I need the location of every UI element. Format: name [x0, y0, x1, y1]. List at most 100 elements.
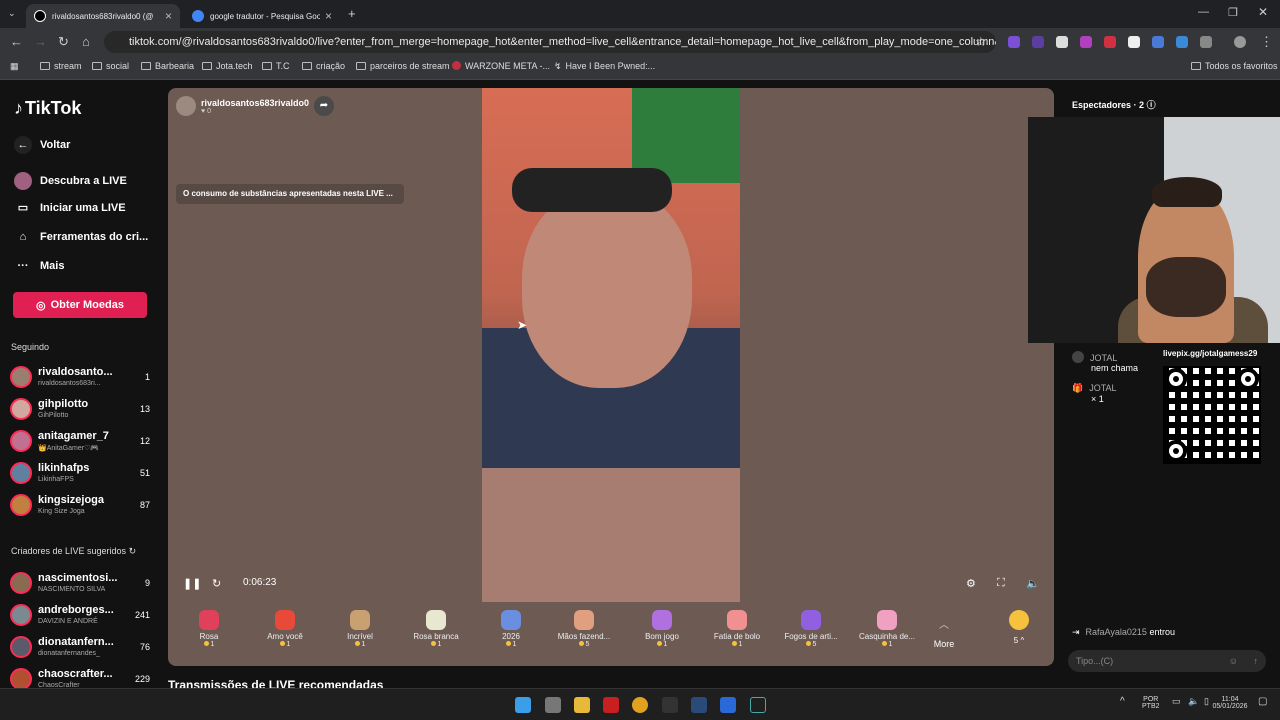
translate-extension-icon[interactable] — [1152, 36, 1164, 48]
close-window-icon[interactable]: ✕ — [1258, 5, 1268, 19]
overlay-link: livepix.gg/jotalgamess29 — [1163, 349, 1258, 358]
bookmark-folder[interactable]: criação — [302, 61, 345, 71]
following-item[interactable]: kingsizejoga King Size Joga 87 — [10, 492, 154, 520]
browser-menu-icon[interactable]: ⋮ — [1260, 34, 1273, 50]
more-link[interactable]: ··· Mais — [14, 260, 65, 272]
gift-item[interactable]: Bom jogo 1 — [627, 606, 697, 648]
gift-item[interactable]: Fogos de arti... 5 — [776, 606, 846, 648]
coin-balance[interactable]: 5 ^ — [992, 606, 1046, 645]
epic-games-icon[interactable] — [662, 697, 678, 713]
file-explorer-icon[interactable] — [574, 697, 590, 713]
address-bar[interactable]: tiktok.com/@rivaldosantos683rivaldo0/liv… — [104, 31, 996, 53]
profile-avatar-icon[interactable] — [1234, 36, 1246, 48]
extension-icon[interactable] — [1032, 36, 1044, 48]
back-link[interactable]: ← Voltar — [14, 136, 70, 154]
battery-icon[interactable]: ▯ — [1204, 696, 1209, 707]
tiktok-logo[interactable]: ♪ TikTok — [14, 98, 81, 119]
gift-item[interactable]: 2026 1 — [476, 606, 546, 648]
close-tab-icon[interactable]: × — [165, 9, 172, 23]
creator-tools-link[interactable]: ⌂ Ferramentas do cri... — [14, 231, 149, 243]
extension-icon[interactable] — [1008, 36, 1020, 48]
extension-icon[interactable] — [1128, 36, 1140, 48]
tiktok-favicon-icon — [34, 10, 46, 22]
task-view-icon[interactable] — [545, 697, 561, 713]
mouse-cursor-icon: ➤ — [517, 318, 528, 332]
gift-item[interactable]: Rosa branca 1 — [401, 606, 471, 648]
get-coins-button[interactable]: ◎ Obter Moedas — [13, 292, 147, 318]
apps-grid-icon[interactable]: ▦ — [10, 61, 19, 72]
following-item[interactable]: anitagamer_7 👑AnitaGamer♡🎮 12 — [10, 428, 154, 456]
browser-tab-strip: ⌄ rivaldosantos683rivaldo0 (@ × google t… — [0, 0, 1280, 28]
more-gifts-button[interactable]: ︿ More — [919, 606, 969, 649]
gift-item[interactable]: Rosa 1 — [174, 606, 244, 648]
volume-tray-icon[interactable]: 🔈 — [1188, 696, 1199, 707]
gift-item[interactable]: Incrível 1 — [325, 606, 395, 648]
chat-input[interactable]: Tipo...(C) ☺ ↑ — [1068, 650, 1266, 672]
extension-icon[interactable] — [1080, 36, 1092, 48]
tray-chevron-icon[interactable]: ^ — [1120, 696, 1125, 707]
bookmark-folder[interactable]: T.C — [262, 61, 290, 71]
live-video[interactable] — [482, 88, 740, 602]
emoji-icon[interactable]: ☺ — [1229, 650, 1238, 672]
heart-icon: ♥ — [201, 107, 206, 115]
suggested-item[interactable]: nascimentosi... NASCIMENTO SILVA 9 — [10, 570, 154, 598]
discover-live-link[interactable]: Descubra a LIVE — [14, 172, 127, 190]
start-live-link[interactable]: ▭ Iniciar uma LIVE — [14, 201, 126, 215]
pause-icon[interactable]: ❚❚ — [183, 577, 201, 590]
tab-google[interactable]: google tradutor - Pesquisa Goo × — [184, 4, 340, 28]
bookmark-folder[interactable]: social — [92, 61, 129, 71]
windows-start-icon[interactable] — [515, 697, 531, 713]
gift-item[interactable]: Casquinha de... 1 — [852, 606, 922, 648]
battlenet-icon[interactable] — [720, 697, 736, 713]
gift-item[interactable]: Fatia de bolo 1 — [702, 606, 772, 648]
refresh-icon[interactable]: ↻ — [129, 546, 137, 556]
minimize-icon[interactable]: — — [1198, 6, 1209, 18]
bookmark-star-icon[interactable]: ☆ — [975, 34, 987, 50]
share-icon[interactable]: ➦ — [314, 96, 334, 116]
fullscreen-icon[interactable]: ⛶ — [997, 577, 1005, 590]
search-icon[interactable] — [750, 697, 766, 713]
following-item[interactable]: gihpilotto GihPilotto 13 — [10, 396, 154, 424]
tab-search-icon[interactable]: ⌄ — [8, 8, 16, 19]
following-item[interactable]: rivaldosanto... rivaldosantos683ri... 1 — [10, 364, 154, 392]
language-indicator[interactable]: POR PTB2 — [1142, 696, 1160, 710]
home-icon[interactable]: ⌂ — [82, 34, 90, 49]
bookmark-folder[interactable]: Jota.tech — [202, 61, 253, 71]
volume-icon[interactable]: 🔈 — [1026, 577, 1040, 590]
bookmark-folder[interactable]: Barbearia — [141, 61, 194, 71]
extensions-puzzle-icon[interactable] — [1200, 36, 1212, 48]
steam-icon[interactable] — [691, 697, 707, 713]
bookmark-link[interactable]: WARZONE META -... — [452, 61, 550, 71]
network-icon[interactable]: ▭ — [1172, 696, 1181, 707]
suggested-item[interactable]: andreborges... DAVIZIN E ANDRÉ 241 — [10, 602, 154, 630]
close-tab-icon[interactable]: × — [325, 9, 332, 23]
tab-tiktok[interactable]: rivaldosantos683rivaldo0 (@ × — [26, 4, 180, 28]
gift-item[interactable]: Mãos fazend... 5 — [549, 606, 619, 648]
download-icon[interactable] — [1176, 36, 1188, 48]
bookmark-folder[interactable]: parceiros de stream — [356, 61, 450, 71]
bookmark-folder[interactable]: stream — [40, 61, 82, 71]
suggested-item[interactable]: dionatanfern... dionatanfernandes_ 76 — [10, 634, 154, 662]
viewers-header[interactable]: Espectadores · 2 ⓘ — [1072, 98, 1156, 111]
replay-icon[interactable]: ↻ — [212, 577, 221, 590]
new-tab-icon[interactable]: + — [348, 6, 356, 21]
notification-icon[interactable]: ▢ — [1258, 696, 1267, 707]
pen-extension-icon[interactable] — [1056, 36, 1068, 48]
app-icon[interactable] — [603, 697, 619, 713]
streamer-info[interactable]: rivaldosantos683rivaldo0 ♥ 0 — [176, 96, 309, 116]
forward-icon[interactable]: → — [34, 34, 47, 49]
restore-icon[interactable]: ❐ — [1228, 6, 1238, 19]
avatar — [10, 494, 32, 516]
settings-icon[interactable]: ⚙ — [966, 577, 976, 590]
following-item[interactable]: likinhafps LikinhaFPS 51 — [10, 460, 154, 488]
extension-icon[interactable] — [1104, 36, 1116, 48]
back-icon[interactable]: ← — [10, 34, 23, 49]
gift-item[interactable]: Amo você 1 — [250, 606, 320, 648]
clock[interactable]: 11:04 05/01/2026 — [1210, 696, 1250, 710]
live-player[interactable]: rivaldosantos683rivaldo0 ♥ 0 ➦ O consumo … — [168, 88, 1054, 666]
bookmark-link[interactable]: ↯ Have I Been Pwned:... — [554, 61, 655, 72]
reload-icon[interactable]: ↻ — [58, 34, 69, 50]
all-bookmarks-folder[interactable]: Todos os favoritos — [1191, 61, 1278, 71]
chrome-icon[interactable] — [632, 697, 648, 713]
send-icon[interactable]: ↑ — [1254, 650, 1259, 672]
